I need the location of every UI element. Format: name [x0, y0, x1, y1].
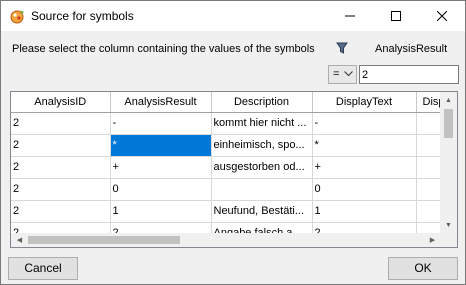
vertical-scrollbar[interactable]: ▲ ▼ [440, 92, 457, 234]
data-grid[interactable]: AnalysisID AnalysisResult Description Di… [10, 91, 458, 248]
close-button[interactable] [419, 1, 465, 31]
maximize-button[interactable] [373, 1, 419, 31]
table-cell[interactable]: ausgestorben od... [211, 156, 313, 179]
horizontal-scroll-thumb[interactable] [28, 236, 180, 244]
table-cell[interactable] [416, 178, 441, 201]
header-row: AnalysisID AnalysisResult Description Di… [11, 92, 441, 113]
table-cell[interactable]: 2 [11, 178, 111, 201]
filter-value-input[interactable] [359, 65, 459, 84]
table-cell[interactable]: 2 [11, 156, 111, 179]
table-row[interactable]: 2 0 0 [11, 178, 441, 201]
column-header[interactable]: DisplayText [312, 92, 417, 113]
scrollbar-corner [440, 233, 457, 247]
table-cell[interactable] [416, 134, 441, 157]
column-header[interactable]: Displ [416, 92, 441, 113]
table-cell[interactable] [416, 112, 441, 135]
chevron-down-icon [344, 71, 353, 77]
operator-value: = [333, 68, 340, 80]
table-cell[interactable]: + [312, 156, 417, 179]
scroll-down-icon[interactable]: ▼ [440, 217, 457, 234]
table-cell[interactable]: 2 [11, 112, 111, 135]
table-cell[interactable]: 2 [11, 200, 111, 223]
filter-icon[interactable] [335, 41, 349, 55]
minimize-button[interactable] [327, 1, 373, 31]
table-cell[interactable]: 1 [312, 200, 417, 223]
table-cell[interactable]: * [312, 134, 417, 157]
operator-select[interactable]: = [328, 65, 357, 84]
close-icon [437, 11, 447, 21]
minimize-icon [345, 15, 355, 17]
table-cell[interactable]: - [312, 112, 417, 135]
selected-cell[interactable]: * [110, 134, 212, 157]
window-title: Source for symbols [31, 9, 134, 23]
app-icon [10, 10, 24, 24]
scroll-right-icon[interactable]: ▶ [424, 233, 441, 247]
vertical-scroll-thumb[interactable] [444, 109, 453, 138]
cancel-button[interactable]: Cancel [8, 257, 78, 280]
table-cell[interactable]: 1 [110, 200, 212, 223]
scroll-left-icon[interactable]: ◀ [11, 233, 28, 247]
table-cell[interactable]: 2 [11, 134, 111, 157]
table-cell[interactable]: 0 [110, 178, 212, 201]
grid-viewport: AnalysisID AnalysisResult Description Di… [11, 92, 441, 234]
maximize-icon [391, 11, 401, 21]
horizontal-scrollbar[interactable]: ◀ ▶ [11, 233, 441, 247]
grid-table: AnalysisID AnalysisResult Description Di… [11, 92, 441, 234]
table-cell[interactable]: + [110, 156, 212, 179]
instruction-label: Please select the column containing the … [12, 43, 315, 55]
table-cell[interactable]: 0 [312, 178, 417, 201]
table-row[interactable]: 2 + ausgestorben od... + [11, 156, 441, 179]
column-header[interactable]: AnalysisResult [110, 92, 212, 113]
title-bar: Source for symbols [1, 1, 465, 31]
dialog-window: Source for symbols Please select the col… [0, 0, 466, 285]
table-cell[interactable] [416, 200, 441, 223]
table-cell[interactable]: - [110, 112, 212, 135]
table-row[interactable]: 2 - kommt hier nicht ... - [11, 112, 441, 135]
table-cell[interactable] [416, 156, 441, 179]
table-row[interactable]: 2 1 Neufund, Bestäti... 1 [11, 200, 441, 223]
table-cell[interactable] [211, 178, 313, 201]
table-cell[interactable]: kommt hier nicht ... [211, 112, 313, 135]
scroll-up-icon[interactable]: ▲ [440, 92, 457, 109]
table-row[interactable]: 2 * einheimisch, spo... * [11, 134, 441, 157]
ok-button[interactable]: OK [388, 257, 458, 280]
table-cell[interactable]: Neufund, Bestäti... [211, 200, 313, 223]
table-cell[interactable]: einheimisch, spo... [211, 134, 313, 157]
filter-column-label: AnalysisResult [375, 43, 448, 55]
column-header[interactable]: AnalysisID [11, 92, 111, 113]
column-header[interactable]: Description [211, 92, 313, 113]
